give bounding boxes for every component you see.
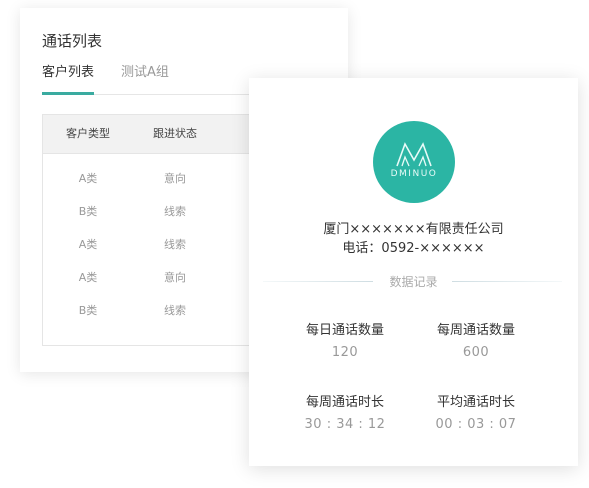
cell-customer-type: A类 <box>78 238 98 251</box>
stat-label: 每日通话数量 <box>305 323 384 338</box>
cell-follow-status: 线索 <box>164 238 186 251</box>
stat-label: 每周通话数量 <box>436 323 515 338</box>
cell-follow-status: 意向 <box>164 172 186 185</box>
section-divider-right <box>452 281 562 282</box>
column-header-follow-status[interactable]: 跟进状态 <box>135 115 215 153</box>
stat-value: 120 <box>331 345 359 360</box>
cell-follow-status: 线索 <box>164 304 186 317</box>
company-logo: DMINUO <box>373 121 455 203</box>
stat-value: 00 : 03 : 07 <box>435 417 517 432</box>
cell-customer-type: A类 <box>78 271 98 284</box>
cell-customer-type: B类 <box>78 205 98 218</box>
column-header-customer-type[interactable]: 客户类型 <box>48 115 128 153</box>
company-detail-card: DMINUO 厦门×××××××有限责任公司 电话：0592-×××××× 数据… <box>249 78 578 466</box>
stat-label: 平均通话时长 <box>436 395 515 410</box>
company-phone: 电话：0592-×××××× <box>342 241 485 256</box>
stat-average-call-duration: 平均通话时长 00 : 03 : 07 <box>411 391 541 432</box>
mountain-logo-icon <box>396 142 432 167</box>
cell-follow-status: 线索 <box>164 205 186 218</box>
call-list-title: 通话列表 <box>42 32 103 50</box>
stat-value: 30 : 34 : 12 <box>304 417 386 432</box>
company-name: 厦门×××××××有限责任公司 <box>323 222 504 237</box>
stat-weekly-call-count: 每周通话数量 600 <box>411 319 541 360</box>
cell-customer-type: B类 <box>78 304 98 317</box>
stat-value: 600 <box>462 345 490 360</box>
tab-customer-list[interactable]: 客户列表 <box>42 64 95 95</box>
cell-follow-status: 意向 <box>164 271 186 284</box>
stat-weekly-call-duration: 每周通话时长 30 : 34 : 12 <box>280 391 410 432</box>
stat-daily-call-count: 每日通话数量 120 <box>280 319 410 360</box>
tab-test-group-a[interactable]: 测试A组 <box>121 64 169 92</box>
logo-wordmark: DMINUO <box>390 169 438 179</box>
cell-customer-type: A类 <box>78 172 98 185</box>
stat-label: 每周通话时长 <box>305 395 384 410</box>
